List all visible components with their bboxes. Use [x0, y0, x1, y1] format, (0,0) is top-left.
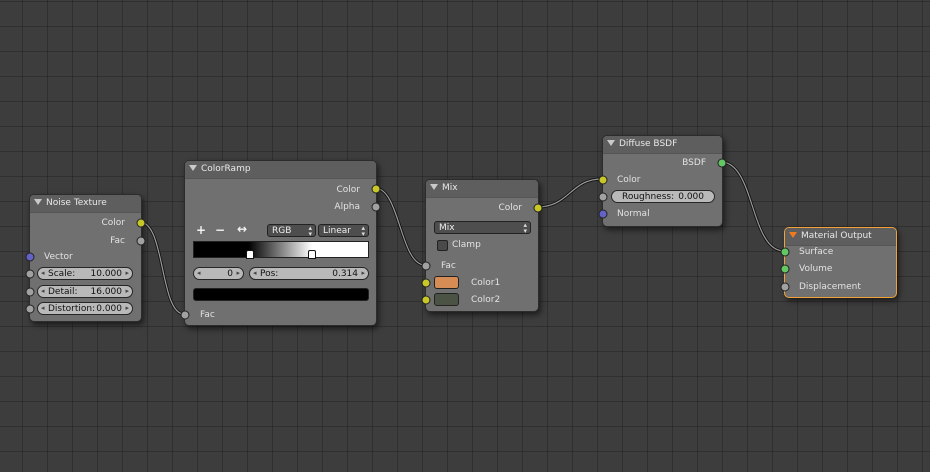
output-bsdf-socket[interactable]	[717, 158, 727, 168]
input-vector-socket[interactable]	[25, 252, 35, 262]
output-color-label: Color	[101, 218, 126, 228]
interpolation-dropdown[interactable]: Linear ▴ ▾	[318, 224, 369, 238]
noise-texture-node[interactable]: Noise Texture Color Fac Vector ◂ Scale: …	[25, 194, 146, 322]
input-scale-socket[interactable]	[25, 269, 35, 279]
decrement-arrow-icon[interactable]: ◂	[41, 287, 45, 295]
collapse-arrow-icon[interactable]	[189, 165, 197, 171]
output-color-socket[interactable]	[371, 184, 381, 194]
decrement-arrow-icon[interactable]: ◂	[253, 269, 257, 277]
diffuse-bsdf-node[interactable]: Diffuse BSDF BSDF Color Roughness: 0.000…	[598, 135, 727, 227]
active-stop-color-swatch[interactable]	[193, 288, 369, 301]
ramp-stop-marker-0[interactable]	[246, 250, 254, 259]
output-color-socket[interactable]	[136, 218, 146, 228]
blend-type-dropdown[interactable]: Mix ▴ ▾	[434, 221, 531, 235]
clamp-checkbox[interactable]	[437, 240, 448, 251]
pos-field[interactable]: ◂ Pos: 0.314 ▸	[249, 267, 369, 280]
output-color-label: Color	[498, 203, 523, 213]
output-fac-label: Fac	[110, 236, 125, 246]
color1-swatch[interactable]	[434, 276, 459, 289]
decrement-arrow-icon[interactable]: ◂	[41, 269, 45, 277]
collapse-arrow-icon[interactable]	[789, 232, 797, 238]
node-header[interactable]: Mix	[426, 180, 538, 198]
roughness-field[interactable]: Roughness: 0.000	[611, 190, 715, 203]
node-title: ColorRamp	[201, 164, 251, 174]
output-color-label: Color	[336, 185, 361, 195]
input-displacement-label: Displacement	[799, 282, 861, 292]
distortion-field[interactable]: ◂ Distortion: 0.000 ▸	[37, 302, 133, 315]
input-normal-label: Normal	[617, 209, 650, 219]
node-title: Diffuse BSDF	[619, 139, 678, 149]
decrement-arrow-icon[interactable]: ◂	[197, 269, 201, 277]
input-surface-label: Surface	[799, 247, 834, 257]
output-alpha-socket[interactable]	[371, 202, 381, 212]
increment-arrow-icon[interactable]: ▸	[125, 304, 129, 312]
input-fac-label: Fac	[200, 310, 215, 320]
decrement-arrow-icon[interactable]: ◂	[41, 304, 45, 312]
input-displacement-socket[interactable]	[780, 282, 790, 292]
color1-label: Color1	[471, 278, 501, 288]
node-header[interactable]: ColorRamp	[185, 161, 376, 179]
material-output-node[interactable]: Material Output Surface Volume Displacem…	[780, 227, 897, 298]
input-surface-socket[interactable]	[780, 247, 790, 257]
input-roughness-socket[interactable]	[598, 192, 608, 202]
add-stop-button[interactable]: +	[196, 223, 206, 237]
color2-label: Color2	[471, 295, 501, 305]
input-detail-socket[interactable]	[25, 287, 35, 297]
increment-arrow-icon[interactable]: ▸	[125, 269, 129, 277]
output-bsdf-label: BSDF	[682, 158, 706, 168]
colorramp-node[interactable]: ColorRamp Color Alpha + − ↔ RGB ▴ ▾ Linea…	[180, 160, 381, 326]
increment-arrow-icon[interactable]: ▸	[236, 269, 240, 277]
input-normal-socket[interactable]	[598, 209, 608, 219]
input-color1-socket[interactable]	[421, 278, 431, 288]
scale-field[interactable]: ◂ Scale: 10.000 ▸	[37, 267, 133, 280]
detail-field[interactable]: ◂ Detail: 16.000 ▸	[37, 285, 133, 298]
node-title: Material Output	[801, 231, 872, 241]
link-diffuse-to-output	[719, 160, 786, 253]
updown-arrow-icon: ▴ ▾	[308, 224, 312, 238]
link-colorramp-to-mix	[373, 186, 427, 267]
color2-swatch[interactable]	[434, 293, 459, 306]
link-mix-to-diffuse	[535, 177, 604, 209]
increment-arrow-icon[interactable]: ▸	[125, 287, 129, 295]
ramp-stop-marker-1[interactable]	[308, 250, 316, 259]
collapse-arrow-icon[interactable]	[607, 140, 615, 146]
collapse-arrow-icon[interactable]	[34, 199, 42, 205]
input-volume-socket[interactable]	[780, 264, 790, 274]
collapse-arrow-icon[interactable]	[430, 184, 438, 190]
input-fac-socket[interactable]	[421, 261, 431, 271]
color-mode-dropdown[interactable]: RGB ▴ ▾	[267, 224, 316, 238]
remove-stop-button[interactable]: −	[215, 223, 225, 237]
updown-arrow-icon: ▴ ▾	[523, 221, 527, 235]
input-fac-socket[interactable]	[180, 310, 190, 320]
node-header[interactable]: Diffuse BSDF	[603, 136, 722, 154]
output-fac-socket[interactable]	[136, 236, 146, 246]
stop-index-field[interactable]: ◂ 0 ▸	[193, 267, 244, 280]
input-volume-label: Volume	[799, 264, 833, 274]
input-color-label: Color	[617, 175, 641, 185]
output-color-socket[interactable]	[533, 203, 543, 213]
link-noise-to-colorramp	[138, 220, 186, 316]
input-vector-label: Vector	[44, 252, 73, 262]
input-color-socket[interactable]	[598, 175, 608, 185]
node-header[interactable]: Noise Texture	[30, 195, 141, 213]
color-ramp-bar[interactable]	[193, 241, 369, 258]
clamp-label: Clamp	[452, 240, 481, 250]
input-distortion-socket[interactable]	[25, 304, 35, 314]
node-title: Mix	[442, 183, 458, 193]
node-header[interactable]: Material Output	[785, 228, 896, 246]
output-alpha-label: Alpha	[334, 202, 360, 212]
node-title: Noise Texture	[46, 198, 107, 208]
mix-node[interactable]: Mix Color Mix ▴ ▾ Clamp Fac Color1 Color2	[421, 179, 543, 312]
increment-arrow-icon[interactable]: ▸	[361, 269, 365, 277]
flip-ramp-button[interactable]: ↔	[237, 222, 247, 236]
updown-arrow-icon: ▴ ▾	[361, 224, 365, 238]
input-color2-socket[interactable]	[421, 295, 431, 305]
input-fac-label: Fac	[441, 261, 456, 271]
